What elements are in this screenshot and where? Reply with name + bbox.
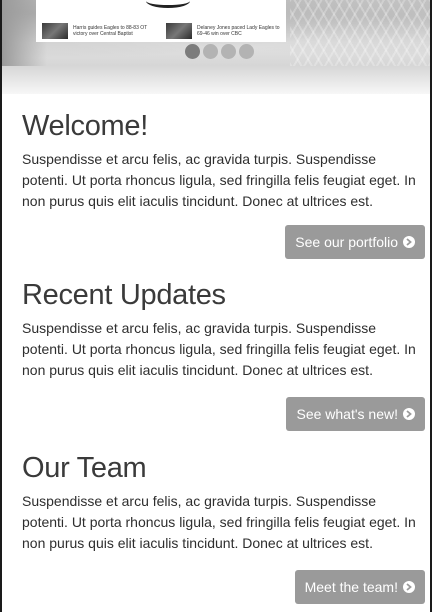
news-headline: Delaney Jones paced Lady Eagles to 69-46… — [197, 25, 280, 37]
cta-row: See our portfolio — [22, 225, 430, 259]
news-ticker: Harris guides Eagles to 88-83 OT victory… — [36, 0, 286, 42]
see-whats-new-button[interactable]: See what's new! — [286, 397, 425, 431]
news-headline: Harris guides Eagles to 88-83 OT victory… — [73, 25, 148, 37]
news-thumbnail — [166, 23, 192, 39]
circle-arrow-right-icon — [403, 236, 415, 248]
page: Harris guides Eagles to 88-83 OT victory… — [0, 0, 432, 612]
meet-the-team-button[interactable]: Meet the team! — [294, 570, 425, 604]
section-body: Suspendisse et arcu felis, ac gravida tu… — [22, 493, 416, 551]
section-body: Suspendisse et arcu felis, ac gravida tu… — [22, 320, 416, 378]
recent-updates-section: Recent Updates Suspendisse et arcu felis… — [22, 278, 430, 431]
hero-slider: Harris guides Eagles to 88-83 OT victory… — [2, 0, 430, 94]
slider-dot-4[interactable] — [239, 44, 254, 59]
our-team-section: Our Team Suspendisse et arcu felis, ac g… — [22, 451, 430, 604]
slider-dot-1[interactable] — [185, 44, 200, 59]
button-label: Meet the team! — [304, 579, 398, 595]
slider-dot-2[interactable] — [203, 44, 218, 59]
section-body: Suspendisse et arcu felis, ac gravida tu… — [22, 151, 416, 209]
news-thumbnail — [42, 23, 68, 39]
slider-dot-3[interactable] — [221, 44, 236, 59]
button-label: See our portfolio — [295, 234, 398, 250]
section-title: Our Team — [22, 452, 147, 484]
main-content: Welcome! Suspendisse et arcu felis, ac g… — [2, 109, 430, 604]
button-label: See what's new! — [296, 406, 398, 422]
logo-swoosh — [146, 0, 190, 8]
slider-pagination — [185, 44, 254, 59]
see-portfolio-button[interactable]: See our portfolio — [285, 225, 425, 259]
cta-row: Meet the team! — [22, 570, 430, 604]
cta-row: See what's new! — [22, 397, 430, 431]
section-title: Welcome! — [22, 110, 148, 142]
news-item[interactable]: Harris guides Eagles to 88-83 OT victory… — [42, 23, 156, 39]
welcome-section: Welcome! Suspendisse et arcu felis, ac g… — [22, 109, 430, 259]
circle-arrow-right-icon — [403, 581, 415, 593]
section-title: Recent Updates — [22, 279, 226, 311]
news-item[interactable]: Delaney Jones paced Lady Eagles to 69-46… — [166, 23, 280, 39]
circle-arrow-right-icon — [403, 408, 415, 420]
